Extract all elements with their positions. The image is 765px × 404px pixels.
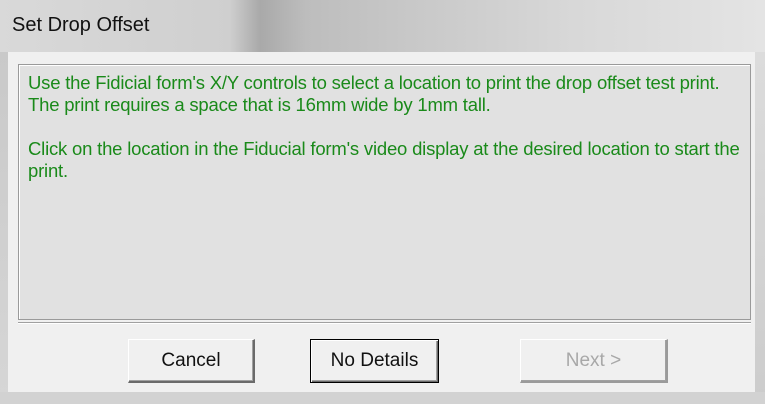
window-frame-left bbox=[0, 52, 8, 404]
cancel-button[interactable]: Cancel bbox=[128, 339, 255, 383]
next-button[interactable]: Next > bbox=[520, 339, 668, 383]
instruction-paragraph-2: Click on the location in the Fiducial fo… bbox=[28, 138, 740, 181]
button-separator bbox=[18, 322, 751, 324]
window-frame-bottom bbox=[0, 392, 765, 404]
title-bar[interactable]: Set Drop Offset bbox=[0, 0, 765, 53]
instruction-paragraph-1: Use the Fidicial form's X/Y controls to … bbox=[28, 72, 720, 115]
instruction-text: Use the Fidicial form's X/Y controls to … bbox=[28, 72, 740, 204]
set-drop-offset-dialog: Set Drop Offset Use the Fidicial form's … bbox=[0, 0, 765, 404]
window-frame-right bbox=[755, 52, 765, 404]
no-details-button[interactable]: No Details bbox=[310, 339, 439, 383]
dialog-title: Set Drop Offset bbox=[12, 14, 150, 36]
